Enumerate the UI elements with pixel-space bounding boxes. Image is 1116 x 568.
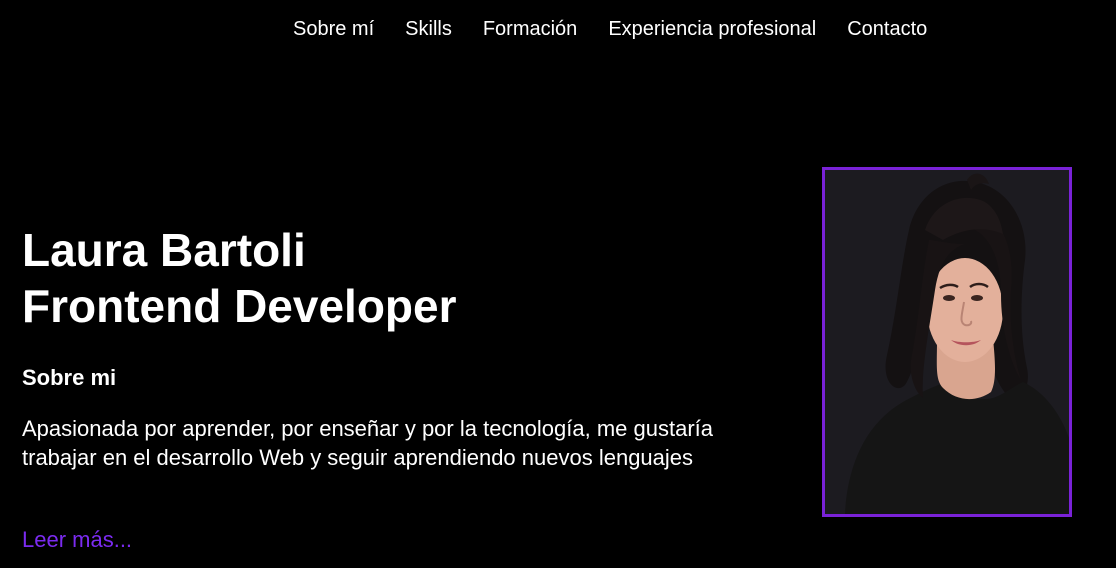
about-heading: Sobre mi bbox=[22, 365, 117, 390]
main-nav: Sobre mí Skills Formación Experiencia pr… bbox=[293, 17, 927, 41]
nav-link-experiencia-profesional[interactable]: Experiencia profesional bbox=[608, 17, 816, 41]
nav-link-skills[interactable]: Skills bbox=[405, 17, 452, 41]
hero-role: Frontend Developer bbox=[22, 280, 457, 332]
profile-photo bbox=[822, 167, 1072, 517]
nav-link-contacto[interactable]: Contacto bbox=[847, 17, 927, 41]
hero-title: Laura Bartoli Frontend Developer bbox=[22, 222, 457, 334]
read-more-link[interactable]: Leer más... bbox=[22, 526, 132, 554]
about-text: Apasionada por aprender, por enseñar y p… bbox=[22, 416, 714, 470]
nav-link-formacion[interactable]: Formación bbox=[483, 17, 577, 41]
hero-name: Laura Bartoli bbox=[22, 224, 306, 276]
nav-link-sobre-mi[interactable]: Sobre mí bbox=[293, 17, 374, 41]
portrait-image bbox=[825, 170, 1069, 514]
